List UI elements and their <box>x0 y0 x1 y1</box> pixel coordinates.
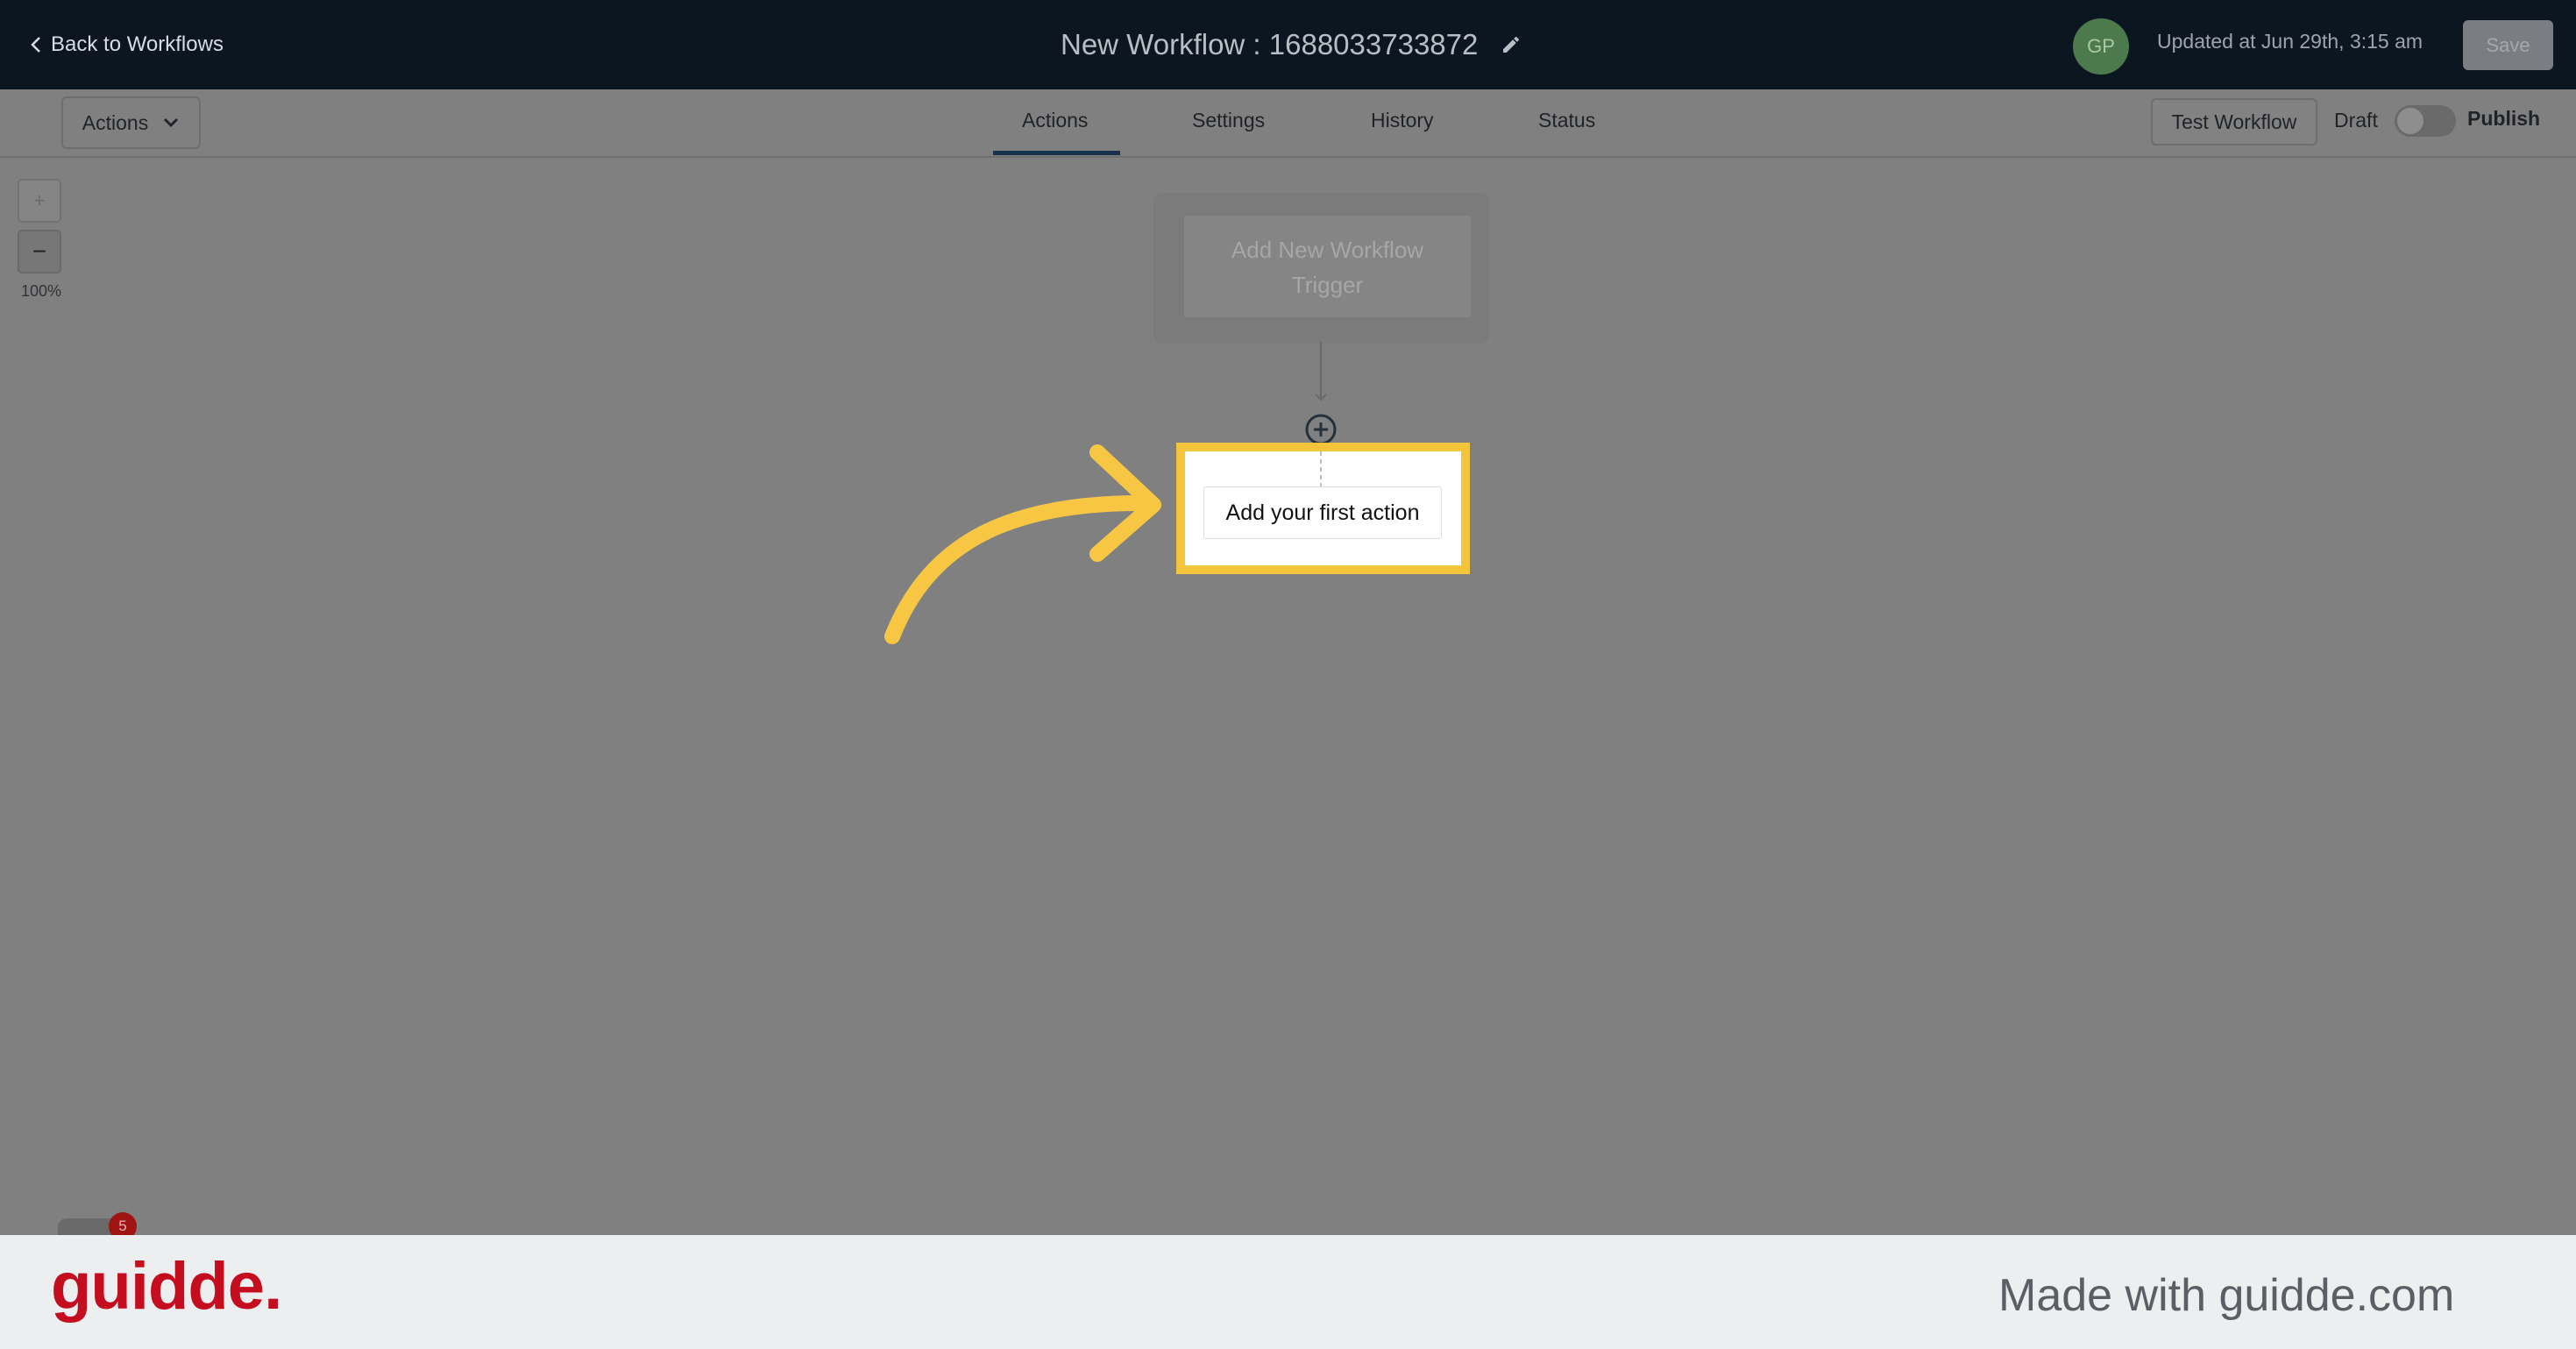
guidde-logo: guidde. <box>51 1249 282 1324</box>
back-to-workflows-link[interactable]: Back to Workflows <box>30 30 224 60</box>
toggle-knob <box>2397 108 2423 134</box>
back-label: Back to Workflows <box>51 32 224 56</box>
chevron-down-icon <box>164 118 179 127</box>
test-workflow-button[interactable]: Test Workflow <box>2151 98 2317 146</box>
zoom-in-button[interactable]: + <box>18 179 61 223</box>
zoom-out-button[interactable]: − <box>18 230 61 273</box>
avatar[interactable]: GP <box>2073 18 2129 75</box>
trigger-label-line1: Add New Workflow <box>1231 237 1424 263</box>
workflow-title-text: New Workflow : 1688033733872 <box>1061 28 1479 60</box>
publish-toggle[interactable] <box>2395 105 2456 137</box>
add-trigger-card[interactable]: Add New Workflow Trigger <box>1184 216 1471 317</box>
updated-timestamp: Updated at Jun 29th, 3:15 am <box>2157 30 2423 53</box>
callout-arrow-icon <box>884 444 1161 644</box>
zoom-level-text: 100% <box>21 282 62 300</box>
add-first-action-button[interactable]: Add your first action <box>1203 486 1442 539</box>
tab-history[interactable]: History <box>1371 109 1434 132</box>
actions-dropdown-label: Actions <box>82 110 149 134</box>
chevron-left-icon <box>31 37 40 53</box>
made-with-text: Made with guidde.com <box>1998 1270 2455 1321</box>
actions-dropdown[interactable]: Actions <box>61 96 201 149</box>
edit-pencil-icon[interactable] <box>1501 34 1522 55</box>
save-button[interactable]: Save <box>2463 20 2553 70</box>
tab-status[interactable]: Status <box>1538 109 1595 132</box>
publish-label: Publish <box>2467 107 2541 130</box>
active-tab-indicator <box>993 151 1120 155</box>
tab-actions[interactable]: Actions <box>1022 109 1088 132</box>
trigger-label-line2: Trigger <box>1291 272 1364 298</box>
add-step-plus-icon[interactable] <box>1305 414 1337 445</box>
workflow-title: New Workflow : 1688033733872 <box>1061 25 1522 65</box>
draft-label: Draft <box>2334 109 2378 131</box>
tab-settings[interactable]: Settings <box>1192 109 1265 132</box>
top-header: Back to Workflows New Workflow : 1688033… <box>0 0 2576 89</box>
dashed-connector <box>1320 451 1322 486</box>
